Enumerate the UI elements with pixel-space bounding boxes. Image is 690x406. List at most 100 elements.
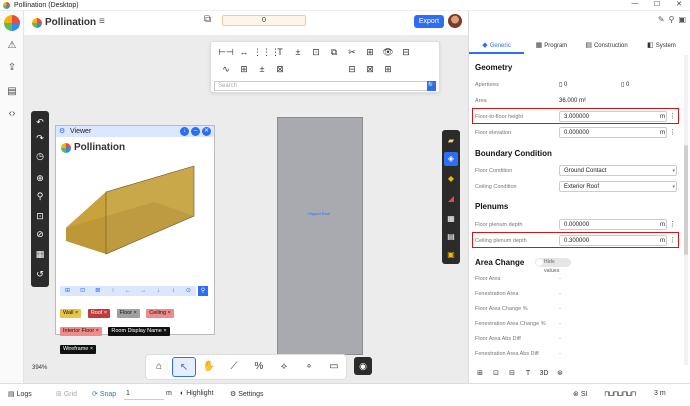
undo-icon[interactable]: ↶ bbox=[33, 115, 47, 129]
panel-tool-icon[interactable]: ⊞ bbox=[473, 369, 487, 377]
pollination-logo-icon[interactable] bbox=[4, 15, 20, 31]
zoom-in-icon[interactable]: ⊕ bbox=[33, 171, 47, 185]
box-icon[interactable]: ◆ bbox=[444, 172, 458, 186]
scrollbar-thumb[interactable] bbox=[684, 145, 688, 255]
cube-icon[interactable]: ◈ bbox=[444, 152, 458, 166]
building-3d-model[interactable] bbox=[66, 156, 206, 281]
tool-icon[interactable]: T bbox=[271, 45, 289, 59]
panel-content[interactable]: Geometry Apertures ▯ 0 ▯ 0 Area 36.000 m… bbox=[469, 55, 683, 365]
more-icon[interactable]: ⋮ bbox=[669, 219, 676, 231]
warning-icon[interactable]: ⚠ bbox=[5, 39, 19, 53]
layout-icon[interactable]: ▦ bbox=[33, 247, 47, 261]
tag-room-display-name[interactable]: Room Display Name × bbox=[108, 327, 170, 336]
viewer-tool-icon[interactable]: ⊠ bbox=[90, 286, 105, 296]
unit-system[interactable]: ⊛ SI bbox=[573, 390, 587, 398]
dock-icon[interactable]: ▣ bbox=[678, 15, 686, 24]
logs-button[interactable]: ▤ Logs bbox=[8, 390, 32, 398]
grid-toggle[interactable]: ⊞ Grid bbox=[56, 390, 77, 398]
pin-icon[interactable]: ⚲ bbox=[669, 15, 675, 24]
tool-icon[interactable]: ⊞ bbox=[379, 62, 397, 76]
tool-icon[interactable]: ⊠ bbox=[361, 62, 379, 76]
shape-icon[interactable]: ◢ bbox=[444, 192, 458, 206]
calendar-icon[interactable]: ▦ bbox=[444, 212, 458, 226]
close-button[interactable]: ✕ bbox=[668, 0, 690, 8]
panel-tool-icon[interactable]: ⊟ bbox=[505, 369, 519, 377]
search-icon[interactable]: 🔍 bbox=[427, 81, 436, 91]
minimize-button[interactable]: — bbox=[624, 0, 646, 8]
tag-roof[interactable]: Roof × bbox=[87, 309, 111, 318]
layers-icon[interactable]: ⧉ bbox=[204, 14, 211, 25]
model-icon[interactable]: ▰ bbox=[444, 134, 458, 148]
maximize-button[interactable]: ☐ bbox=[646, 0, 668, 8]
redo-icon[interactable]: ↷ bbox=[33, 131, 47, 145]
wall-icon[interactable]: ▭ bbox=[322, 357, 346, 377]
tool-icon[interactable]: ✂ bbox=[343, 45, 361, 59]
eye-icon[interactable]: 👁 bbox=[379, 45, 397, 59]
zoom-icon[interactable]: ⚲ bbox=[33, 189, 47, 203]
hide-values-toggle[interactable]: Hide values bbox=[535, 258, 571, 274]
tool-icon[interactable]: ± bbox=[289, 45, 307, 59]
tool-icon[interactable]: ∿ bbox=[217, 62, 235, 76]
more-icon[interactable]: ⋮ bbox=[669, 127, 676, 139]
viewer-tool-icon[interactable]: ⊙ bbox=[181, 286, 196, 296]
visibility-icon[interactable]: ⊘ bbox=[33, 227, 47, 241]
f2f-input[interactable]: 3.000000 bbox=[559, 111, 667, 122]
tool-icon[interactable]: ⊞ bbox=[235, 62, 253, 76]
ceiling-plenum-input[interactable]: 0.300000 bbox=[559, 235, 667, 246]
viewer-window[interactable]: ⚙ Viewer ↓ – ✕ Pollination ⊞ ⊡ ⊠ ↑ ← → ↓… bbox=[55, 125, 215, 354]
panel-scrollbar[interactable] bbox=[684, 55, 688, 365]
zoom-icon[interactable]: ⚲ bbox=[198, 286, 208, 296]
tag-wall[interactable]: Wall × bbox=[60, 309, 82, 318]
viewer-tool-icon[interactable]: ← bbox=[120, 286, 135, 296]
tool-icon[interactable]: ⊟ bbox=[343, 62, 361, 76]
vertex-icon[interactable]: ⟡ bbox=[272, 357, 296, 377]
tag-interior-floor[interactable]: Interior Floor × bbox=[60, 327, 102, 336]
snap-toggle[interactable]: ⟳ Snap bbox=[92, 390, 116, 398]
tool-icon[interactable]: ± bbox=[253, 62, 271, 76]
tool-search-input[interactable]: Search bbox=[214, 81, 428, 91]
pen-icon[interactable]: ✎ bbox=[658, 15, 665, 24]
tab-construction[interactable]: ▤ Construction bbox=[579, 40, 634, 54]
code-icon[interactable]: ‹› bbox=[5, 107, 19, 121]
room-floor-plan[interactable]: Hipped Roof bbox=[277, 117, 363, 355]
viewer-tool-icon[interactable]: ⊡ bbox=[75, 286, 90, 296]
gear-icon[interactable]: ⚙ bbox=[59, 126, 65, 137]
more-icon[interactable]: ⋮ bbox=[669, 235, 676, 247]
floor-condition-select[interactable]: Ground Contact bbox=[559, 165, 677, 176]
close-icon[interactable]: ✕ bbox=[202, 127, 211, 136]
tool-icon[interactable]: ⋮⋮⋮ bbox=[253, 45, 280, 59]
tool-icon[interactable]: ⊞ bbox=[361, 45, 379, 59]
fit-view-icon[interactable]: ⊡ bbox=[33, 209, 47, 223]
floor-elevation-input[interactable]: 0.000000 bbox=[559, 127, 667, 138]
viewer-tool-icon[interactable]: ↕ bbox=[166, 286, 181, 296]
more-icon[interactable]: ⋮ bbox=[669, 111, 676, 123]
panel-tool-icon[interactable]: ⊡ bbox=[489, 369, 503, 377]
settings-button[interactable]: ⚙ Settings bbox=[230, 390, 264, 398]
3d-icon[interactable]: 3D bbox=[537, 370, 551, 377]
highlight-toggle[interactable]: ◐ Highlight bbox=[180, 390, 213, 397]
viewer-tool-icon[interactable]: ⊞ bbox=[60, 286, 75, 296]
ceiling-condition-select[interactable]: Exterior Roof bbox=[559, 181, 677, 192]
viewer-tool-icon[interactable]: → bbox=[136, 286, 151, 296]
grid-icon[interactable]: ▤ bbox=[444, 230, 458, 244]
viewer-tool-icon[interactable]: ↑ bbox=[105, 286, 120, 296]
export-button[interactable]: Export bbox=[414, 15, 444, 28]
tab-program[interactable]: ▦ Program bbox=[524, 40, 579, 54]
pan-icon[interactable]: ✋ bbox=[197, 357, 221, 377]
paint-icon[interactable]: ◉ bbox=[354, 357, 372, 375]
select-icon[interactable]: ↖ bbox=[172, 357, 196, 377]
line-icon[interactable]: ⟋ bbox=[222, 357, 246, 377]
settings-icon[interactable]: ⊛ bbox=[553, 369, 567, 377]
tag-floor[interactable]: Floor × bbox=[116, 309, 140, 318]
avatar[interactable] bbox=[448, 14, 462, 28]
tool-icon[interactable]: ⧉ bbox=[325, 45, 343, 59]
floor-plenum-input[interactable]: 0.000000 bbox=[559, 219, 667, 230]
reset-icon[interactable]: ↺ bbox=[33, 267, 47, 281]
3d-viewport[interactable]: ⊢⊣ ↔ ⋮⋮⋮ T ± ⊡ ⧉ ✂ ⊞ 👁 ⊟ ∿ ⊞ ± ⊠ ⊟ ⊠ ⊞ S… bbox=[24, 35, 468, 383]
tool-icon[interactable]: ⊢⊣ bbox=[217, 45, 235, 59]
history-icon[interactable]: ◷ bbox=[33, 149, 47, 163]
point-icon[interactable]: ∘ bbox=[297, 357, 321, 377]
upload-icon[interactable]: ⇪ bbox=[5, 61, 19, 75]
viewer-tool-icon[interactable]: ↓ bbox=[151, 286, 166, 296]
image-icon[interactable]: ▣ bbox=[444, 248, 458, 262]
